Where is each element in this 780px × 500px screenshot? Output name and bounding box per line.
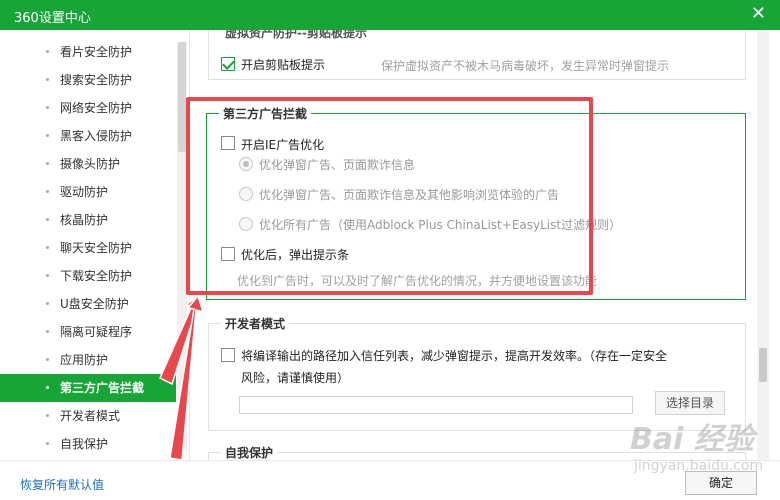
sidebar-item-ad-block[interactable]: 第三方广告拦截 [0,374,176,402]
clipboard-section: 虚拟资产防护--剪贴板提示 开启剪贴板提示 保护虚拟资产不被木马病毒破坏，发生异… [208,30,746,80]
ad-block-section: 第三方广告拦截 开启IE广告优化 优化弹窗广告、页面欺诈信息 优化弹窗广告、页面… [206,105,746,300]
content-scrollbar[interactable] [757,30,769,460]
clipboard-hint: 保护虚拟资产不被木马病毒破坏，发生异常时弹窗提示 [381,59,670,73]
ie-ad-optimize-label: 开启IE广告优化 [241,138,325,152]
sidebar-item-driver-protect[interactable]: 驱动防护 [0,178,176,206]
radio-optimize-popup-and-more[interactable] [239,187,253,201]
sidebar-scrollbar-thumb[interactable] [178,42,186,152]
radio-optimize-popup-label: 优化弹窗广告、页面欺诈信息 [259,158,416,172]
close-icon[interactable]: ✕ [751,3,766,25]
title-bar: 360设置中心 ✕ [0,0,780,30]
sidebar-item-camera-protect[interactable]: 摄像头防护 [0,150,176,178]
ad-block-section-title: 第三方广告拦截 [219,105,312,122]
radio-optimize-all-label: 优化所有广告（使用Adblock Plus ChinaList+EasyList… [259,218,622,232]
sidebar-item-search-protect[interactable]: 搜索安全防护 [0,66,176,94]
clipboard-checkbox[interactable] [221,57,235,71]
popup-tip-hint: 优化到广告时，可以及时了解广告优化的情况，并方便地设置该功能 [237,274,598,288]
radio-optimize-popup[interactable] [239,157,253,171]
clipboard-section-title: 虚拟资产防护--剪贴板提示 [221,30,371,41]
sidebar-item-download-protect[interactable]: 下载安全防护 [0,262,176,290]
self-protect-section-title: 自我保护 [221,444,278,460]
sidebar-scrollbar[interactable] [177,42,187,450]
compile-path-input[interactable] [239,396,633,414]
developer-trust-label-line1: 将编译输出的路径加入信任列表，减少弹窗提示，提高开发效率。（存在一定安全 [241,349,668,363]
self-protect-section: 自我保护 [208,444,746,460]
popup-tip-checkbox[interactable] [221,247,235,261]
ie-ad-optimize-checkbox[interactable] [221,136,235,150]
developer-mode-section: 开发者模式 将编译输出的路径加入信任列表，减少弹窗提示，提高开发效率。（存在一定… [208,315,746,431]
settings-content: 虚拟资产防护--剪贴板提示 开启剪贴板提示 保护虚拟资产不被木马病毒破坏，发生异… [190,30,780,460]
sidebar-item-chat-protect[interactable]: 聊天安全防护 [0,234,176,262]
restore-defaults-link[interactable]: 恢复所有默认值 [20,476,104,493]
developer-mode-section-title: 开发者模式 [221,315,290,332]
clipboard-option-label: 开启剪贴板提示 [241,58,326,72]
sidebar-item-usb-protect[interactable]: U盘安全防护 [0,290,176,318]
developer-trust-label-line2: 风险，请谨慎使用） [241,371,350,385]
popup-tip-label: 优化后，弹出提示条 [241,248,350,262]
sidebar-item-kernel-protect[interactable]: 核晶防护 [0,206,176,234]
developer-trust-checkbox[interactable] [221,348,235,362]
sidebar-nav: 看片安全防护 搜索安全防护 网络安全防护 黑客入侵防护 摄像头防护 驱动防护 核… [0,30,190,460]
content-scrollbar-thumb[interactable] [759,348,767,382]
ok-button[interactable]: 确定 [685,471,757,495]
sidebar-item-network-protect[interactable]: 网络安全防护 [0,94,176,122]
sidebar-item-hacker-protect[interactable]: 黑客入侵防护 [0,122,176,150]
sidebar-item-developer-mode[interactable]: 开发者模式 [0,402,176,430]
radio-optimize-all[interactable] [239,217,253,231]
sidebar-item-video-protect[interactable]: 看片安全防护 [0,38,176,66]
footer-bar: 恢复所有默认值 确定 [0,460,780,500]
sidebar-item-app-protect[interactable]: 应用防护 [0,346,176,374]
window-title: 360设置中心 [14,11,91,26]
sidebar-item-self-protect[interactable]: 自我保护 [0,430,176,458]
radio-optimize-popup-and-more-label: 优化弹窗广告、页面欺诈信息及其他影响浏览体验的广告 [259,188,560,202]
sidebar-item-quarantine[interactable]: 隔离可疑程序 [0,318,176,346]
select-directory-button[interactable]: 选择目录 [655,391,725,415]
